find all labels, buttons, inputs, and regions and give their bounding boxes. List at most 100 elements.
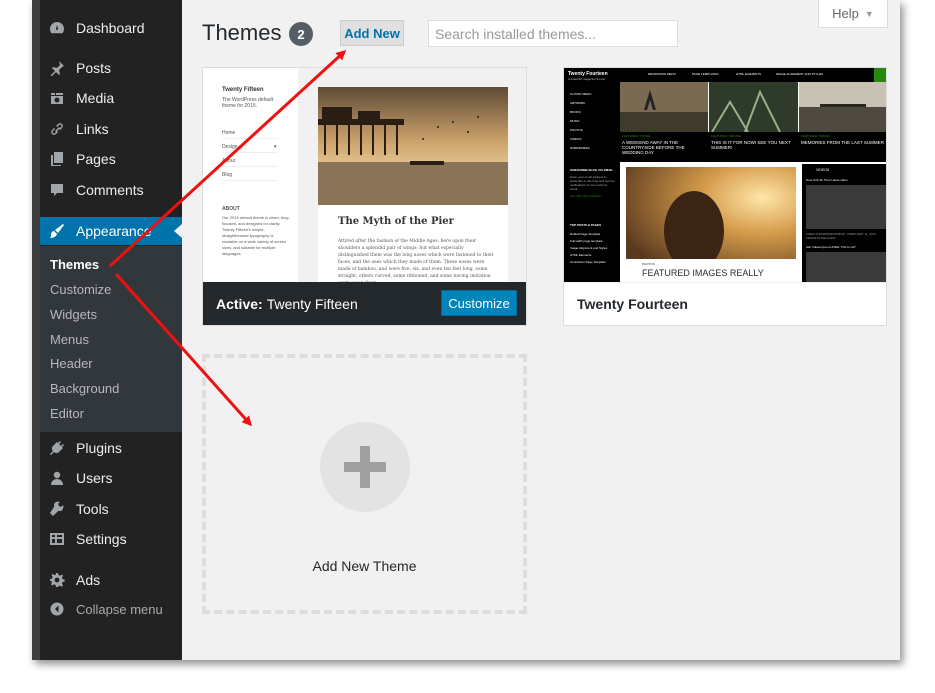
preview-menu-item: Home xyxy=(222,130,236,136)
preview-menu-item: Design xyxy=(222,144,238,150)
sidebar-item-ads[interactable]: Ads xyxy=(40,566,182,594)
sidebar-item-label: Users xyxy=(76,470,113,486)
collapse-label: Collapse menu xyxy=(76,601,163,617)
sidebar-item-label: Comments xyxy=(76,182,144,198)
preview-left-sidebar: IS POST MENU ARTWORK BOOKS MUSIC PHOTOS … xyxy=(564,82,620,283)
pier-photo xyxy=(318,87,508,205)
sidebar-item-plugins[interactable]: Plugins xyxy=(40,434,182,462)
help-tab[interactable]: Help ▼ xyxy=(818,0,888,28)
search-icon xyxy=(874,68,886,82)
sidebar-item-label: Dashboard xyxy=(76,20,145,36)
preview-page-link: Full width page template xyxy=(570,239,603,243)
link-icon xyxy=(48,120,66,138)
sidebar-item-settings[interactable]: Settings xyxy=(40,525,182,553)
preview-nav-item: HTML ELEMENTS xyxy=(736,72,762,76)
active-theme-bar: Active: Twenty Fifteen Customize xyxy=(203,282,526,325)
submenu-background[interactable]: Background xyxy=(50,381,119,396)
submenu-themes[interactable]: Themes xyxy=(50,257,99,272)
add-new-theme-card[interactable]: Add New Theme xyxy=(202,354,527,614)
preview-feature-category: PHOTOS xyxy=(642,262,655,266)
help-label: Help xyxy=(832,6,859,21)
sidebar-item-label: Links xyxy=(76,121,109,137)
sidebar-item-links[interactable]: Links xyxy=(40,115,182,143)
sidebar-item-dashboard[interactable]: Dashboard xyxy=(40,14,182,42)
paintbrush-icon xyxy=(48,222,66,240)
theme-card-twenty-fifteen[interactable]: Twenty Fifteen The WordPress default the… xyxy=(202,67,527,326)
preview-menu-item: MUSIC xyxy=(570,119,580,123)
add-new-button[interactable]: Add New xyxy=(340,20,404,46)
submenu-menus[interactable]: Menus xyxy=(50,332,89,347)
preview-blurb-title: SUBSCRIBE BLOG VIA EMAIL xyxy=(570,168,614,172)
sidebar-item-media[interactable]: Media xyxy=(40,84,182,112)
dashboard-icon xyxy=(48,19,66,37)
customize-button[interactable]: Customize xyxy=(441,290,517,316)
theme-name-bar: Twenty Fourteen xyxy=(564,282,886,325)
submenu-widgets[interactable]: Widgets xyxy=(50,307,97,322)
sidebar-item-label: Tools xyxy=(76,501,109,517)
preview-twenty-fourteen: Twenty Fourteen A beautiful magazine the… xyxy=(564,68,886,283)
theme-card-twenty-fourteen[interactable]: Twenty Fourteen A beautiful magazine the… xyxy=(563,67,887,326)
preview-card-category: FEATURED, NATURE xyxy=(711,134,741,138)
collapse-menu-button[interactable]: Collapse menu xyxy=(40,595,182,623)
video-player[interactable] xyxy=(806,252,886,282)
media-icon xyxy=(48,89,66,107)
sidebar-item-pages[interactable]: Pages xyxy=(40,145,182,173)
submenu-editor[interactable]: Editor xyxy=(50,406,84,421)
preview-menu-item: WORDPRESS xyxy=(570,146,590,150)
plug-icon xyxy=(48,439,66,457)
preview-video-title: Ash Vukcevnya on ATEH: This Is Us? xyxy=(806,245,856,249)
preview-menu-item: VIDEOS xyxy=(570,137,582,141)
sidebar-item-label: Settings xyxy=(76,531,127,547)
page-title: Themes xyxy=(202,20,282,45)
preview-page-link: HTML Elements xyxy=(570,253,592,257)
settings-icon xyxy=(48,530,66,548)
preview-video-title: New York 4K Time Lapse video xyxy=(806,178,848,182)
search-themes-input[interactable] xyxy=(428,20,678,47)
pages-icon xyxy=(48,150,66,168)
preview-about-text: Our 2015 default theme is clean, blog-fo… xyxy=(222,215,290,256)
preview-card-title: A WEEKEND AWAY IN THE COUNTRYSIDE BEFORE… xyxy=(622,140,685,155)
sidebar-item-comments[interactable]: Comments xyxy=(40,176,182,204)
sidebar-item-label: Plugins xyxy=(76,440,122,456)
preview-tagline: A beautiful magazine theme xyxy=(568,77,606,81)
preview-menu-item: About xyxy=(222,158,236,164)
plus-icon xyxy=(320,422,410,512)
sidebar-item-label: Appearance xyxy=(76,223,152,239)
user-icon xyxy=(48,469,66,487)
featured-photos xyxy=(620,82,886,132)
submenu-header[interactable]: Header xyxy=(50,356,93,371)
theme-screenshot[interactable]: Twenty Fourteen A beautiful magazine the… xyxy=(564,68,886,283)
preview-nav-item: IMAGE ALIGNMENT AND STYLES xyxy=(776,72,824,76)
add-new-theme-label: Add New Theme xyxy=(312,558,417,574)
collapse-icon xyxy=(48,600,66,618)
preview-sidebar: Twenty Fifteen The WordPress default the… xyxy=(203,68,298,283)
theme-screenshot[interactable]: Twenty Fifteen The WordPress default the… xyxy=(203,68,526,283)
sidebar-item-tools[interactable]: Tools xyxy=(40,495,182,523)
sidebar-item-label: Posts xyxy=(76,60,112,76)
submenu-customize[interactable]: Customize xyxy=(50,282,111,297)
video-player[interactable] xyxy=(806,185,886,229)
preview-post-text: Attired after the fashion of the Middle … xyxy=(338,239,494,283)
preview-menu-item: BOOKS xyxy=(570,110,581,114)
sidebar-item-posts[interactable]: Posts xyxy=(40,54,182,82)
sidebar-item-users[interactable]: Users xyxy=(40,464,182,492)
preview-page-link: Image Alignment and Styles xyxy=(570,246,608,250)
sidebar-item-appearance[interactable]: Appearance xyxy=(40,217,182,245)
theme-name: Twenty Fourteen xyxy=(577,296,688,312)
preview-card-category: FEATURED, TRAVEL xyxy=(622,134,652,138)
preview-site-title: Twenty Fifteen xyxy=(222,87,264,93)
gear-icon xyxy=(48,571,66,589)
preview-videos-heading: VIDEOS xyxy=(816,168,830,172)
active-prefix: Active: xyxy=(216,295,263,312)
appearance-submenu: Themes Customize Widgets Menus Header Ba… xyxy=(40,246,182,432)
preview-video-meta: VIDEO DAVIDWORDPRESS · FEBRUARY 11, 2014… xyxy=(806,232,878,240)
preview-main: The Myth of the Pier Attired after the f… xyxy=(298,68,526,283)
wrench-icon xyxy=(48,500,66,518)
preview-content: FEATURED, TRAVEL A WEEKEND AWAY IN THE C… xyxy=(620,82,886,283)
preview-card-title: MEMORIES FROM THE LAST SUMMER xyxy=(801,140,884,145)
preview-nav-item: PAGE TEMPLATES xyxy=(692,72,719,76)
preview-card-category: FEATURED, TRAVEL xyxy=(801,134,831,138)
preview-nav-item: DROPDOWN MENU xyxy=(648,72,676,76)
sidebar-item-label: Ads xyxy=(76,572,101,588)
preview-menu-item: PHOTOS xyxy=(570,128,583,132)
